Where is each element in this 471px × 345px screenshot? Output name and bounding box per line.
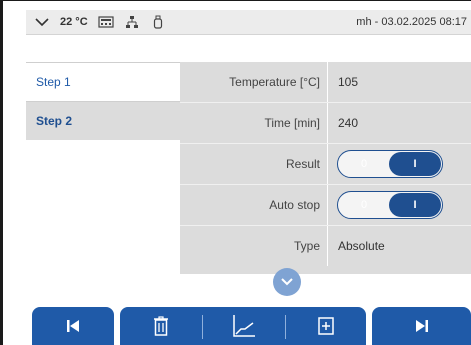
- row-divider: [327, 185, 328, 225]
- row-divider: [327, 226, 328, 266]
- temperature-reading: 22 °C: [60, 16, 88, 28]
- delete-step-button[interactable]: [120, 307, 202, 345]
- temperature-label: Temperature [°C]: [229, 75, 320, 89]
- add-step-icon: [318, 317, 334, 335]
- time-row[interactable]: Time [min] 240: [180, 103, 471, 144]
- calculator-icon: [98, 15, 114, 29]
- skip-forward-icon: [415, 320, 428, 332]
- user-datetime: mh - 03.02.2025 08:17: [356, 16, 467, 28]
- auto-stop-row: Auto stop 0 I: [180, 185, 471, 226]
- status-bar: 22 °C mh - 03.02.2025 08:17: [26, 10, 471, 35]
- row-divider: [327, 103, 328, 143]
- chevron-down-icon[interactable]: [34, 16, 50, 28]
- temperature-value[interactable]: 105: [338, 62, 358, 102]
- step-item-2[interactable]: Step 2: [26, 102, 180, 140]
- chart-icon: [233, 315, 255, 337]
- add-step-button[interactable]: [286, 307, 366, 345]
- step-list: Step 1 Step 2: [26, 62, 180, 140]
- result-label: Result: [285, 157, 320, 171]
- toggle-off-label: 0: [360, 199, 368, 211]
- type-label: Type: [293, 239, 320, 253]
- toggle-off-label: 0: [360, 158, 368, 170]
- row-divider: [327, 62, 328, 102]
- type-value[interactable]: Absolute: [338, 226, 385, 266]
- toggle-on-label: I: [389, 193, 441, 217]
- time-value[interactable]: 240: [338, 103, 358, 143]
- auto-stop-label: Auto stop: [269, 198, 320, 212]
- temperature-row[interactable]: Temperature [°C] 105: [180, 62, 471, 103]
- scroll-down-button[interactable]: [273, 268, 301, 296]
- time-label: Time [min]: [264, 116, 320, 130]
- chevron-down-icon: [281, 278, 293, 286]
- next-step-button[interactable]: [372, 307, 471, 345]
- result-row: Result 0 I: [180, 144, 471, 185]
- chart-button[interactable]: [203, 307, 285, 345]
- result-toggle[interactable]: 0 I: [337, 150, 443, 178]
- step-label: Step 2: [36, 114, 73, 128]
- trash-icon: [154, 316, 168, 336]
- network-icon: [124, 15, 140, 29]
- action-button-group: [120, 307, 366, 345]
- auto-stop-toggle[interactable]: 0 I: [337, 191, 443, 219]
- toggle-on-label: I: [389, 152, 441, 176]
- step-label: Step 1: [36, 75, 71, 89]
- row-divider: [327, 144, 328, 184]
- previous-step-button[interactable]: [32, 307, 114, 345]
- step-item-1[interactable]: Step 1: [26, 62, 180, 102]
- type-row[interactable]: Type Absolute: [180, 226, 471, 266]
- step-parameters-panel: Temperature [°C] 105 Time [min] 240 Resu…: [180, 62, 471, 274]
- bottom-toolbar: [26, 307, 471, 345]
- usb-icon: [150, 15, 166, 29]
- skip-back-icon: [67, 320, 79, 332]
